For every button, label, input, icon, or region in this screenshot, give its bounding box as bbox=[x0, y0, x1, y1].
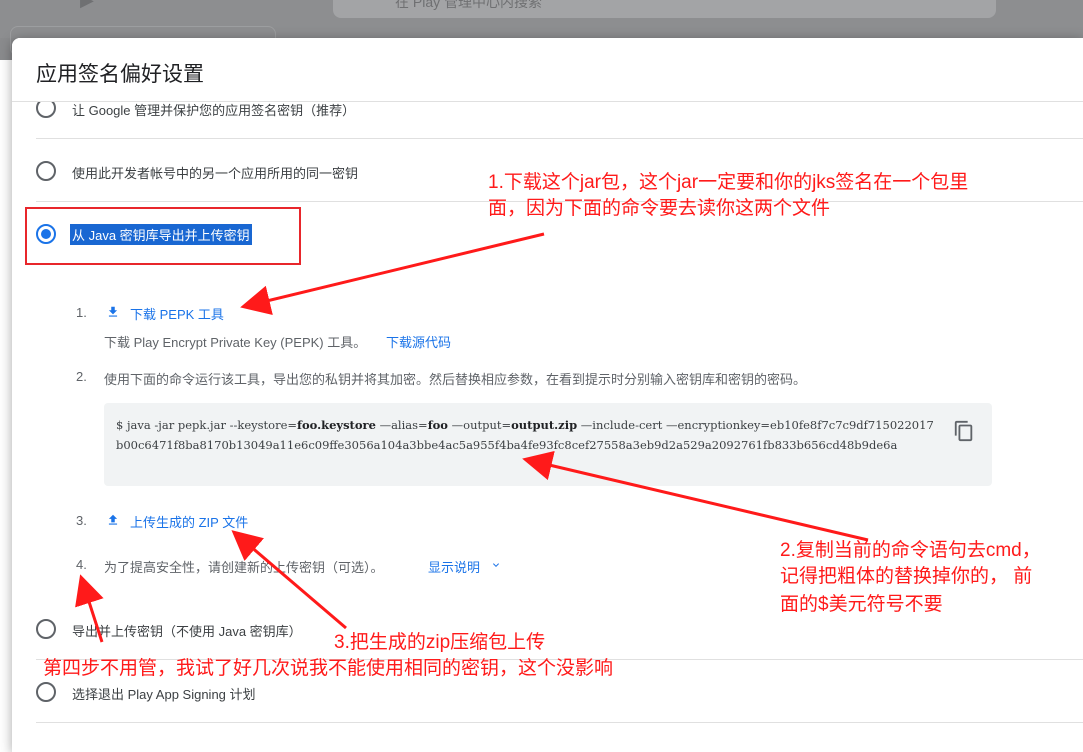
step-4-description: 为了提高安全性，请创建新的上传密钥（可选）。 bbox=[104, 560, 384, 575]
command-text[interactable]: $ java -jar pepk.jar --keystore=foo.keys… bbox=[116, 415, 936, 455]
option-google-managed-label: 让 Google 管理并保护您的应用签名密钥（推荐） bbox=[72, 103, 356, 118]
step-2-number: 2. bbox=[76, 369, 87, 384]
step-4-number: 4. bbox=[76, 557, 87, 572]
radio-opt-out[interactable] bbox=[36, 682, 56, 702]
annotation-3: 3.把生成的zip压缩包上传 bbox=[334, 632, 546, 653]
download-source-link[interactable]: 下载源代码 bbox=[386, 332, 451, 351]
show-instructions-link[interactable]: 显示说明 bbox=[428, 557, 480, 576]
annotation-2-line1: 2.复制当前的命令语句去cmd， bbox=[780, 540, 1041, 561]
background-search-placeholder: 在 Play 管理中心内搜索 bbox=[395, 0, 543, 10]
dialog-title: 应用签名偏好设置 bbox=[36, 63, 204, 86]
highlight-box bbox=[25, 207, 301, 265]
annotation-2-line3: 面的$美元符号不要 bbox=[780, 594, 943, 615]
play-logo-icon: ▶ bbox=[80, 0, 94, 10]
app-signing-dialog: 应用签名偏好设置 让 Google 管理并保护您的应用签名密钥（推荐） 使用此开… bbox=[12, 38, 1083, 752]
annotation-1-line1: 1.下载这个jar包，这个jar一定要和你的jks签名在一个包里 bbox=[488, 172, 969, 193]
option-opt-out-label: 选择退出 Play App Signing 计划 bbox=[72, 687, 256, 702]
step-1-number: 1. bbox=[76, 305, 87, 320]
option-export-no-keystore-label: 导出并上传密钥（不使用 Java 密钥库） bbox=[72, 624, 302, 639]
step-2-description: 使用下面的命令运行该工具，导出您的私钥并将其加密。然后替换相应参数，在看到提示时… bbox=[104, 372, 807, 387]
annotation-1-line2: 面，因为下面的命令要去读你这两个文件 bbox=[488, 198, 831, 219]
step-3-number: 3. bbox=[76, 513, 87, 528]
upload-icon bbox=[108, 514, 118, 525]
divider bbox=[36, 138, 1083, 139]
copy-icon[interactable] bbox=[953, 420, 975, 442]
dialog-header: 应用签名偏好设置 bbox=[12, 38, 1083, 102]
step-1-description: 下载 Play Encrypt Private Key (PEPK) 工具。 bbox=[104, 335, 367, 350]
annotation-2-line2: 记得把粗体的替换掉你的， 前 bbox=[780, 566, 1033, 587]
download-icon bbox=[108, 306, 118, 317]
upload-zip-link[interactable]: 上传生成的 ZIP 文件 bbox=[130, 512, 248, 531]
annotation-4: 第四步不用管，我试了好几次说我不能使用相同的密钥，这个没影响 bbox=[43, 658, 614, 679]
command-box: $ java -jar pepk.jar --keystore=foo.keys… bbox=[104, 403, 992, 486]
divider bbox=[36, 722, 1083, 723]
radio-export-no-keystore[interactable] bbox=[36, 619, 56, 639]
option-same-key-label: 使用此开发者帐号中的另一个应用所用的同一密钥 bbox=[72, 166, 359, 181]
radio-same-key[interactable] bbox=[36, 161, 56, 181]
chevron-down-icon[interactable] bbox=[490, 558, 502, 572]
download-pepk-link[interactable]: 下载 PEPK 工具 bbox=[130, 304, 224, 323]
